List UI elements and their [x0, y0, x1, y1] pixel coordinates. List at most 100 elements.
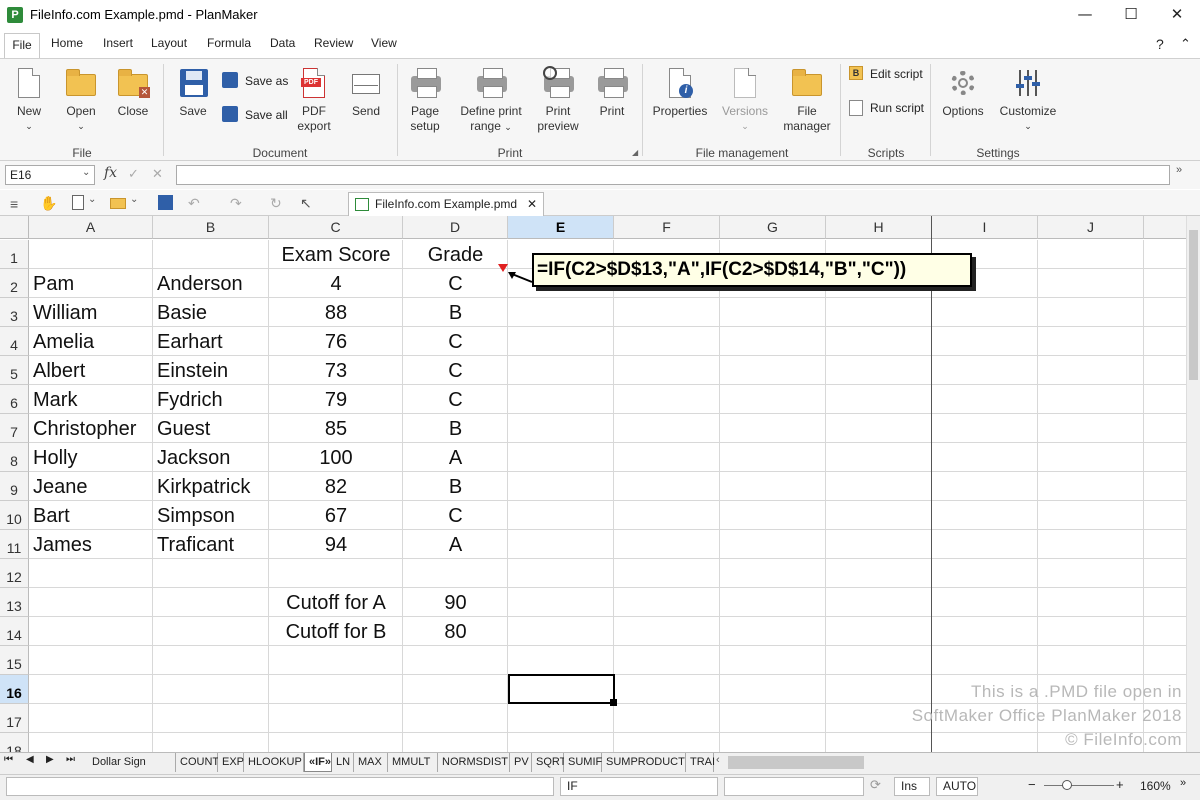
header-exam-score[interactable]: Exam Score [269, 240, 403, 269]
cell[interactable] [153, 617, 269, 646]
vertical-scrollbar[interactable] [1186, 216, 1200, 752]
sheet-tab[interactable]: «IF» [304, 753, 332, 772]
horizontal-scroll-thumb[interactable] [728, 756, 864, 769]
collapse-ribbon-icon[interactable]: ⌃ [1180, 36, 1191, 52]
row-header-15[interactable]: 15 [0, 646, 29, 675]
cell[interactable] [269, 675, 403, 704]
cell[interactable] [1038, 559, 1144, 588]
dialog-launcher-icon[interactable]: ◢ [632, 148, 638, 157]
cell[interactable] [1144, 559, 1186, 588]
row-header-4[interactable]: 4 [0, 327, 29, 356]
row-header-1[interactable]: 1 [0, 240, 29, 269]
cell-last-name[interactable]: Earhart [153, 327, 269, 356]
row-header-2[interactable]: 2 [0, 269, 29, 298]
quick-save-icon[interactable] [158, 195, 173, 210]
cell[interactable] [1144, 530, 1186, 559]
cell[interactable] [614, 617, 720, 646]
column-header-i[interactable]: I [932, 216, 1038, 239]
row-header-3[interactable]: 3 [0, 298, 29, 327]
cell-first-name[interactable]: William [29, 298, 153, 327]
cell[interactable] [932, 356, 1038, 385]
zoom-in-button[interactable]: + [1116, 777, 1124, 792]
cell[interactable] [1038, 501, 1144, 530]
cell[interactable] [1038, 646, 1144, 675]
cell-grade[interactable]: A [403, 530, 508, 559]
hand-tool-icon[interactable]: ✋ [40, 195, 57, 212]
cell[interactable] [720, 530, 826, 559]
next-sheet-icon[interactable]: ▶ [46, 754, 54, 765]
cell[interactable] [720, 298, 826, 327]
last-sheet-icon[interactable]: ⏭ [66, 754, 75, 765]
close-tab-icon[interactable]: ✕ [527, 193, 537, 215]
cell[interactable] [720, 588, 826, 617]
cell[interactable] [826, 646, 932, 675]
cell[interactable] [403, 704, 508, 733]
cell[interactable] [508, 298, 614, 327]
cell-first-name[interactable]: James [29, 530, 153, 559]
cell[interactable] [720, 733, 826, 752]
cell[interactable] [29, 240, 153, 269]
cell[interactable] [29, 704, 153, 733]
cell[interactable] [826, 327, 932, 356]
chevron-down-icon[interactable]: ⌄ [88, 194, 96, 205]
cell[interactable] [614, 443, 720, 472]
cell-grade[interactable]: C [403, 356, 508, 385]
cell[interactable] [932, 530, 1038, 559]
menu-data[interactable]: Data [270, 36, 295, 50]
page-setup-button[interactable]: Page setup [403, 66, 447, 134]
menu-formula[interactable]: Formula [207, 36, 251, 50]
cell-grade[interactable]: B [403, 414, 508, 443]
column-header-extra[interactable] [1144, 216, 1186, 239]
cell-exam-score[interactable]: 100 [269, 443, 403, 472]
cell[interactable] [1038, 356, 1144, 385]
cell[interactable] [720, 704, 826, 733]
cell[interactable] [508, 327, 614, 356]
cell-first-name[interactable]: Albert [29, 356, 153, 385]
properties-button[interactable]: i Properties [650, 66, 710, 119]
help-icon[interactable]: ? [1156, 36, 1164, 52]
cell[interactable] [508, 588, 614, 617]
cell-last-name[interactable]: Anderson [153, 269, 269, 298]
cell[interactable] [614, 472, 720, 501]
cell-grade[interactable]: C [403, 501, 508, 530]
column-header-h[interactable]: H [826, 216, 932, 239]
chevron-down-icon[interactable]: ⌄ [130, 194, 138, 205]
cell-last-name[interactable]: Einstein [153, 356, 269, 385]
cell[interactable] [508, 704, 614, 733]
cell-grade[interactable]: B [403, 298, 508, 327]
cell[interactable] [508, 733, 614, 752]
cell-last-name[interactable]: Guest [153, 414, 269, 443]
hscroll-left-icon[interactable]: ‹ [716, 754, 720, 766]
cell[interactable] [614, 298, 720, 327]
document-tab[interactable]: FileInfo.com Example.pmd ✕ [348, 192, 544, 216]
cell[interactable] [826, 472, 932, 501]
confirm-check-icon[interactable]: ✓ [128, 166, 139, 182]
row-header-12[interactable]: 12 [0, 559, 29, 588]
cell[interactable] [269, 559, 403, 588]
cell[interactable] [720, 356, 826, 385]
cell-ref-dropdown-icon[interactable]: ⌄ [82, 167, 90, 178]
cell[interactable] [1144, 327, 1186, 356]
sheet-tab[interactable]: PV [510, 753, 532, 772]
cell[interactable] [1038, 269, 1144, 298]
pointer-icon[interactable]: ↖ [300, 195, 312, 212]
cell[interactable] [1038, 617, 1144, 646]
cell-cutoff-b-label[interactable]: Cutoff for B [269, 617, 403, 646]
sheet-tab[interactable]: NORMSDIST [438, 753, 510, 772]
cell[interactable] [614, 646, 720, 675]
prev-sheet-icon[interactable]: ◀ [26, 754, 34, 765]
cell[interactable] [720, 646, 826, 675]
cell[interactable] [1144, 588, 1186, 617]
cell[interactable] [29, 617, 153, 646]
cell[interactable] [1038, 472, 1144, 501]
cell[interactable] [29, 675, 153, 704]
cell-exam-score[interactable]: 79 [269, 385, 403, 414]
cell-grade[interactable]: B [403, 472, 508, 501]
cell[interactable] [932, 298, 1038, 327]
cell-last-name[interactable]: Traficant [153, 530, 269, 559]
sheet-tab[interactable]: TRAI [686, 753, 715, 772]
sheet-tab[interactable]: Dollar Sign [88, 753, 176, 772]
cell[interactable] [826, 617, 932, 646]
cell[interactable] [1038, 530, 1144, 559]
cell[interactable] [614, 385, 720, 414]
